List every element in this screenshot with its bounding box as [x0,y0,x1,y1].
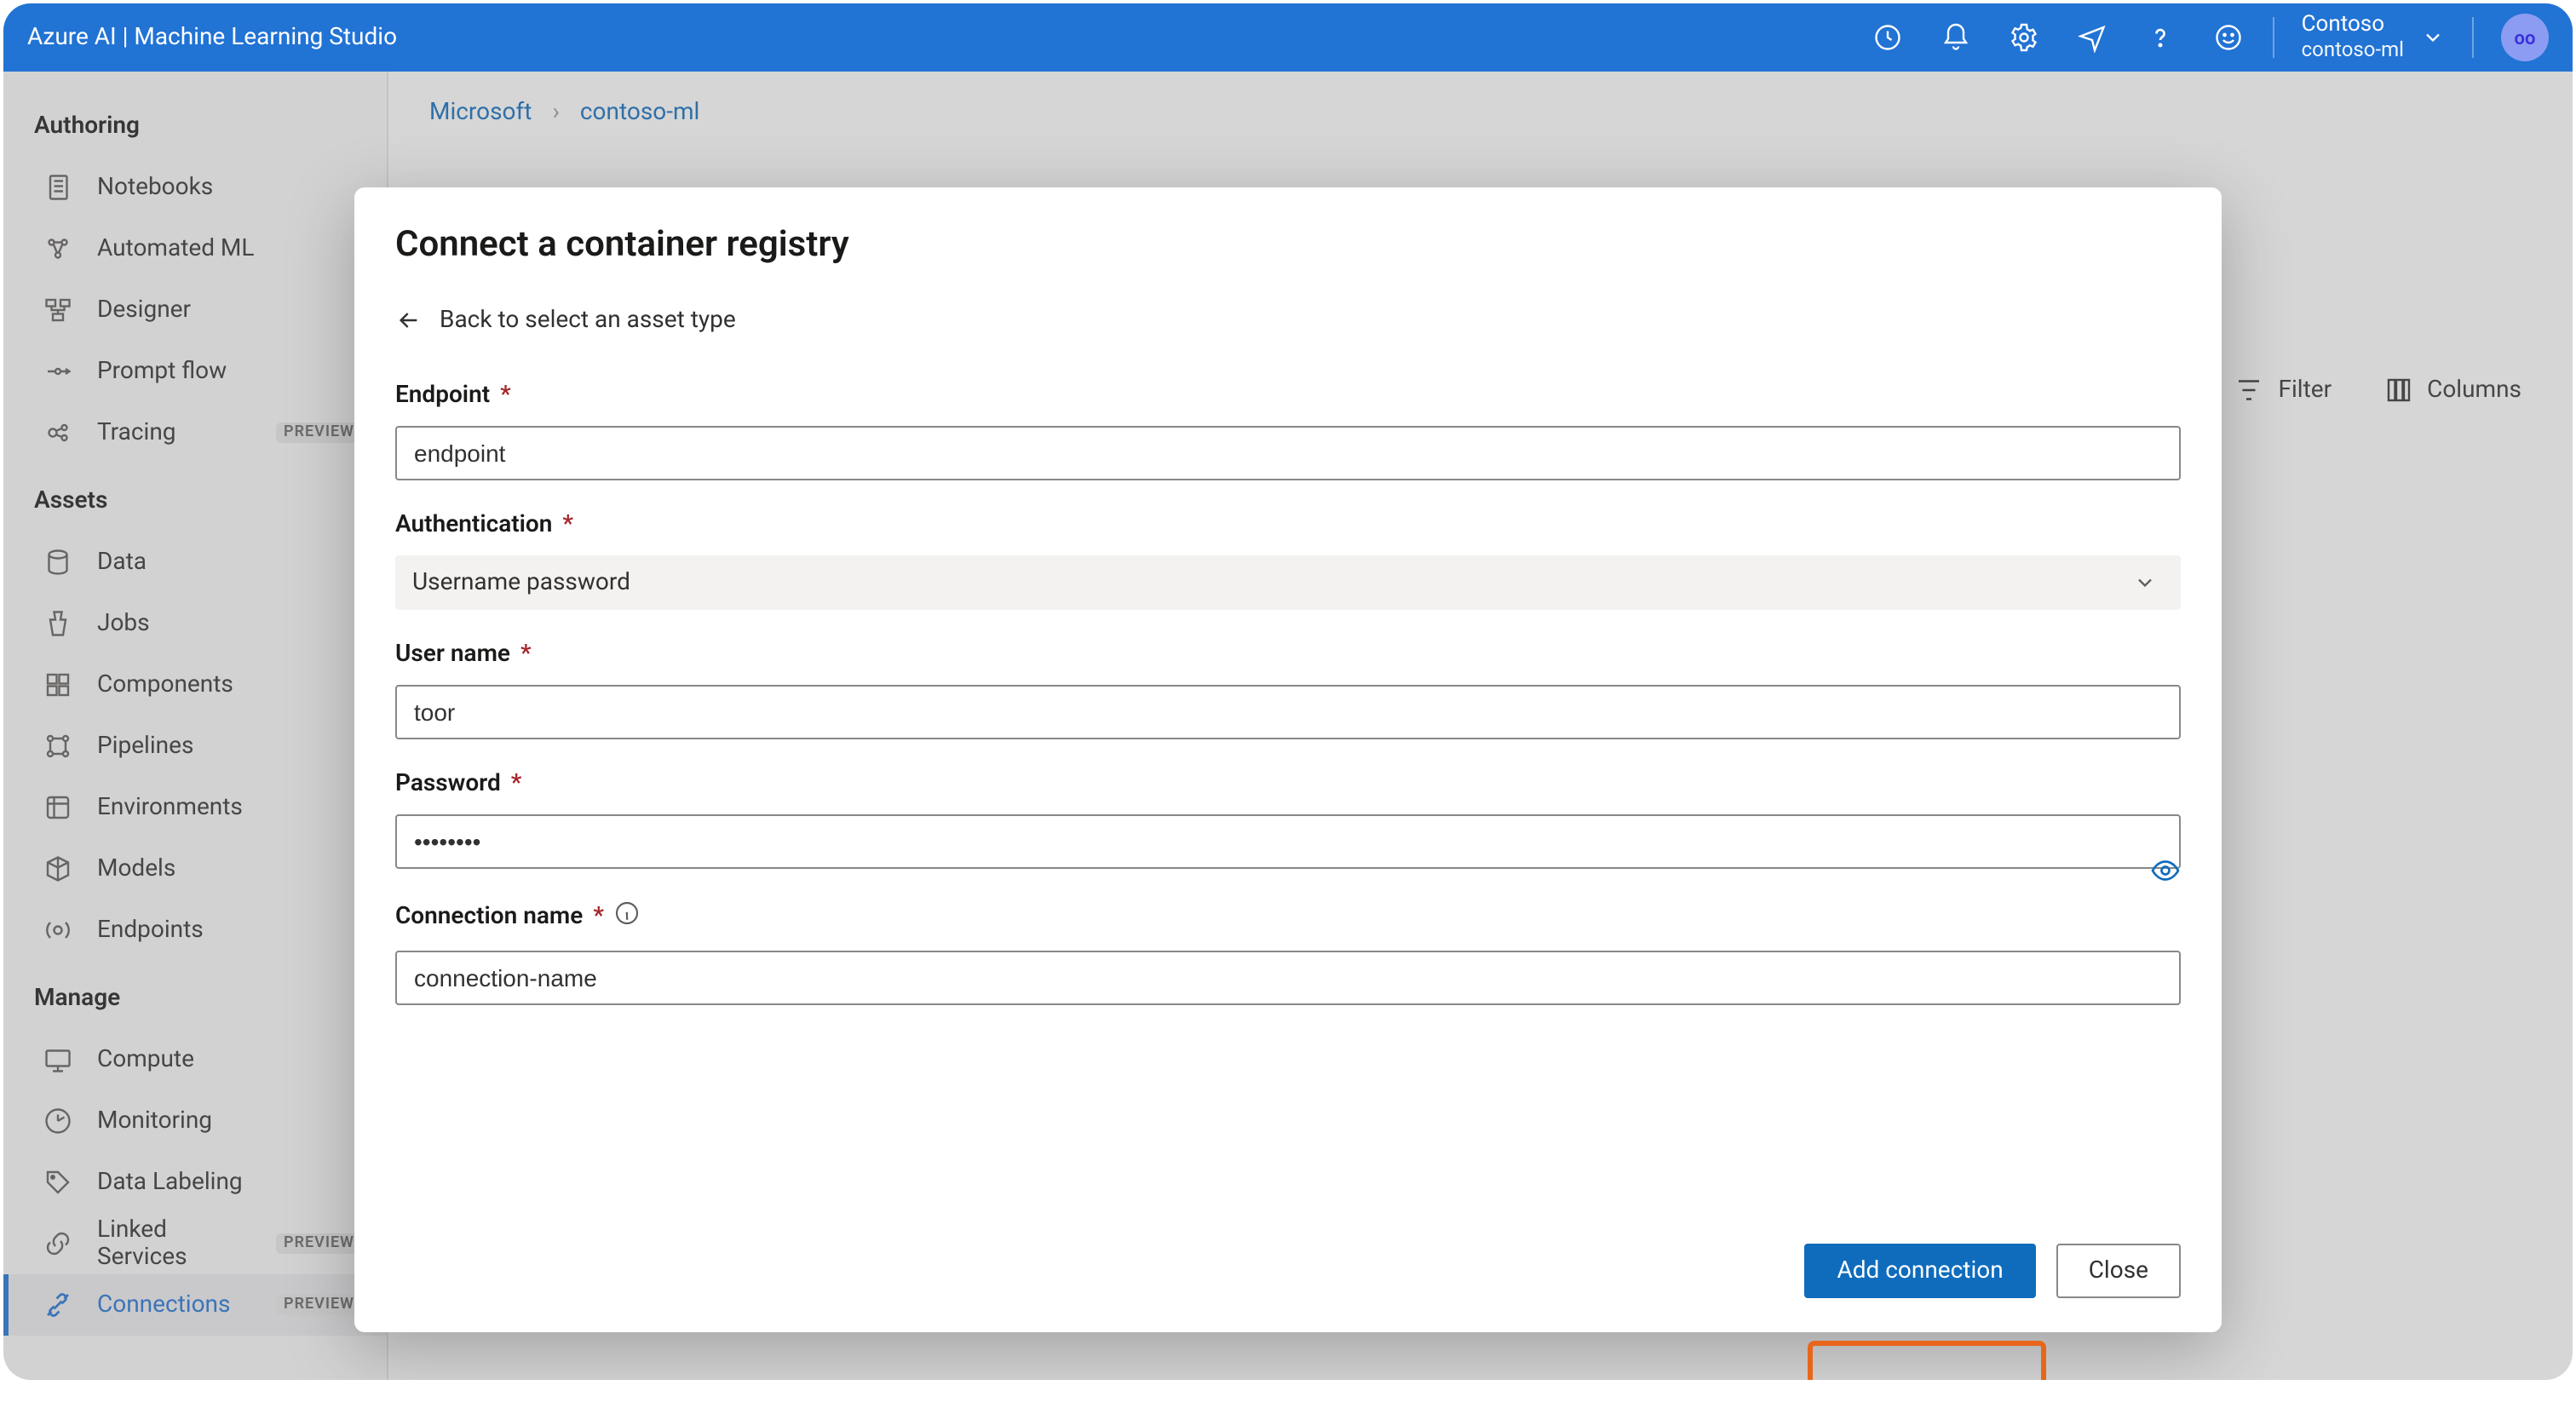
password-input[interactable] [395,814,2181,869]
endpoint-input[interactable] [395,426,2181,480]
authentication-label: Authentication* [395,511,2181,538]
settings-icon[interactable] [1990,3,2058,72]
header-divider-2 [2472,17,2474,58]
dialog-title: Connect a container registry [395,225,2181,266]
notifications-icon[interactable] [1922,3,1990,72]
smile-icon[interactable] [2194,3,2263,72]
connect-registry-dialog: Connect a container registry Back to sel… [354,187,2222,1332]
connection-name-input[interactable] [395,951,2181,1005]
eye-icon[interactable] [2150,855,2181,893]
authentication-select[interactable]: Username password [395,555,2181,610]
endpoint-label: Endpoint* [395,382,2181,409]
username-input[interactable] [395,685,2181,739]
header-divider [2273,17,2274,58]
add-connection-button[interactable]: Add connection [1804,1244,2035,1298]
info-icon[interactable] [614,900,641,934]
brand-title: Azure AI | Machine Learning Studio [27,24,397,51]
arrow-left-icon [395,307,423,334]
back-link-label: Back to select an asset type [440,307,736,334]
password-label: Password* [395,770,2181,797]
connection-name-label: Connection name* [395,900,2181,934]
help-icon[interactable] [2126,3,2194,72]
username-label: User name* [395,641,2181,668]
recent-icon[interactable] [1854,3,1922,72]
user-avatar[interactable]: oo [2501,14,2549,61]
close-button[interactable]: Close [2056,1244,2181,1298]
chevron-down-icon [2133,571,2157,595]
workspace-name: contoso-ml [2302,38,2404,62]
workspace-picker[interactable]: Contoso contoso-ml [2285,13,2462,61]
directory-name: Contoso [2302,13,2404,38]
chevron-down-icon [2421,26,2445,49]
back-link[interactable]: Back to select an asset type [395,307,2181,334]
feedback-icon[interactable] [2058,3,2126,72]
authentication-value: Username password [412,569,630,596]
top-header: Azure AI | Machine Learning Studio Conto… [3,3,2573,72]
